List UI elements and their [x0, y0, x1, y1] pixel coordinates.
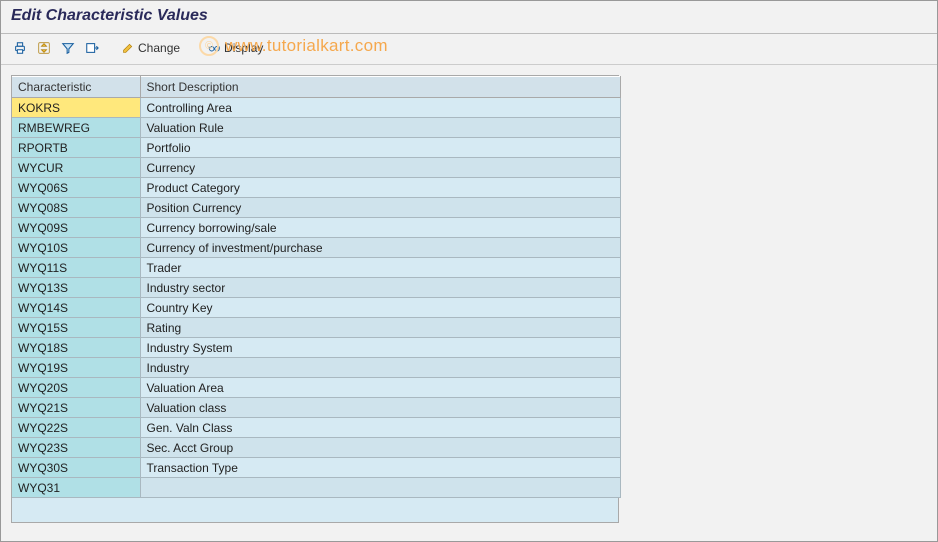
- display-button[interactable]: Display: [199, 38, 272, 58]
- pencil-icon: [122, 42, 134, 54]
- characteristic-cell[interactable]: WYQ23S: [12, 438, 140, 458]
- col-header-description[interactable]: Short Description: [140, 77, 620, 98]
- characteristic-cell[interactable]: WYQ13S: [12, 278, 140, 298]
- table-row[interactable]: WYQ23SSec. Acct Group: [12, 438, 620, 458]
- description-cell[interactable]: Country Key: [140, 298, 620, 318]
- table-row[interactable]: WYCURCurrency: [12, 158, 620, 178]
- description-cell[interactable]: Position Currency: [140, 198, 620, 218]
- table-row[interactable]: WYQ10SCurrency of investment/purchase: [12, 238, 620, 258]
- change-button-label: Change: [138, 41, 180, 55]
- description-cell[interactable]: Controlling Area: [140, 98, 620, 118]
- table-row[interactable]: WYQ09SCurrency borrowing/sale: [12, 218, 620, 238]
- title-bar: Edit Characteristic Values: [1, 1, 937, 34]
- display-button-label: Display: [224, 41, 263, 55]
- characteristic-cell[interactable]: RMBEWREG: [12, 118, 140, 138]
- print-icon[interactable]: [9, 38, 31, 58]
- description-cell[interactable]: Valuation Area: [140, 378, 620, 398]
- description-cell[interactable]: Currency borrowing/sale: [140, 218, 620, 238]
- characteristic-cell[interactable]: WYQ10S: [12, 238, 140, 258]
- table-row[interactable]: WYQ20SValuation Area: [12, 378, 620, 398]
- table-row[interactable]: WYQ31: [12, 478, 620, 498]
- expand-icon[interactable]: [33, 38, 55, 58]
- description-cell[interactable]: Gen. Valn Class: [140, 418, 620, 438]
- description-cell[interactable]: Trader: [140, 258, 620, 278]
- characteristic-cell[interactable]: WYQ30S: [12, 458, 140, 478]
- table-row[interactable]: WYQ08SPosition Currency: [12, 198, 620, 218]
- table-row[interactable]: RMBEWREGValuation Rule: [12, 118, 620, 138]
- characteristic-cell[interactable]: WYQ06S: [12, 178, 140, 198]
- page-title: Edit Characteristic Values: [11, 7, 208, 24]
- table-row[interactable]: WYQ19SIndustry: [12, 358, 620, 378]
- col-header-characteristic[interactable]: Characteristic: [12, 77, 140, 98]
- description-cell[interactable]: Rating: [140, 318, 620, 338]
- description-cell[interactable]: Industry: [140, 358, 620, 378]
- change-button[interactable]: Change: [113, 38, 189, 58]
- content-area: Characteristic Short Description KOKRSCo…: [1, 65, 937, 533]
- description-cell[interactable]: Valuation class: [140, 398, 620, 418]
- characteristic-cell[interactable]: WYQ14S: [12, 298, 140, 318]
- description-cell[interactable]: Currency of investment/purchase: [140, 238, 620, 258]
- description-cell[interactable]: Industry System: [140, 338, 620, 358]
- glasses-icon: [208, 42, 220, 54]
- description-cell[interactable]: Transaction Type: [140, 458, 620, 478]
- characteristic-cell[interactable]: WYCUR: [12, 158, 140, 178]
- description-cell[interactable]: Industry sector: [140, 278, 620, 298]
- characteristic-cell[interactable]: WYQ21S: [12, 398, 140, 418]
- table-row[interactable]: WYQ21SValuation class: [12, 398, 620, 418]
- description-cell[interactable]: Portfolio: [140, 138, 620, 158]
- table-row[interactable]: WYQ30STransaction Type: [12, 458, 620, 478]
- description-cell[interactable]: Valuation Rule: [140, 118, 620, 138]
- characteristics-table: Characteristic Short Description KOKRSCo…: [12, 76, 621, 498]
- characteristic-cell[interactable]: WYQ22S: [12, 418, 140, 438]
- table-row[interactable]: RPORTBPortfolio: [12, 138, 620, 158]
- table-row[interactable]: WYQ11STrader: [12, 258, 620, 278]
- description-cell[interactable]: Sec. Acct Group: [140, 438, 620, 458]
- characteristic-cell[interactable]: WYQ20S: [12, 378, 140, 398]
- characteristic-cell[interactable]: WYQ11S: [12, 258, 140, 278]
- table-row[interactable]: WYQ06SProduct Category: [12, 178, 620, 198]
- characteristic-cell[interactable]: WYQ31: [12, 478, 140, 498]
- characteristic-cell[interactable]: WYQ19S: [12, 358, 140, 378]
- characteristic-cell[interactable]: WYQ15S: [12, 318, 140, 338]
- table-row[interactable]: KOKRSControlling Area: [12, 98, 620, 118]
- table-row[interactable]: WYQ13SIndustry sector: [12, 278, 620, 298]
- table-row[interactable]: WYQ15SRating: [12, 318, 620, 338]
- table-row[interactable]: WYQ22SGen. Valn Class: [12, 418, 620, 438]
- toolbar: Change Display © www.tutorialkart.com: [1, 34, 937, 65]
- table-row[interactable]: WYQ18SIndustry System: [12, 338, 620, 358]
- description-cell[interactable]: Product Category: [140, 178, 620, 198]
- characteristic-cell[interactable]: WYQ18S: [12, 338, 140, 358]
- characteristic-cell[interactable]: RPORTB: [12, 138, 140, 158]
- description-cell[interactable]: Currency: [140, 158, 620, 178]
- export-icon[interactable]: [81, 38, 103, 58]
- characteristic-cell[interactable]: WYQ08S: [12, 198, 140, 218]
- characteristic-cell[interactable]: WYQ09S: [12, 218, 140, 238]
- filter-icon[interactable]: [57, 38, 79, 58]
- characteristic-cell[interactable]: KOKRS: [12, 98, 140, 118]
- description-cell[interactable]: [140, 478, 620, 498]
- characteristics-table-frame: Characteristic Short Description KOKRSCo…: [11, 75, 619, 523]
- table-row[interactable]: WYQ14SCountry Key: [12, 298, 620, 318]
